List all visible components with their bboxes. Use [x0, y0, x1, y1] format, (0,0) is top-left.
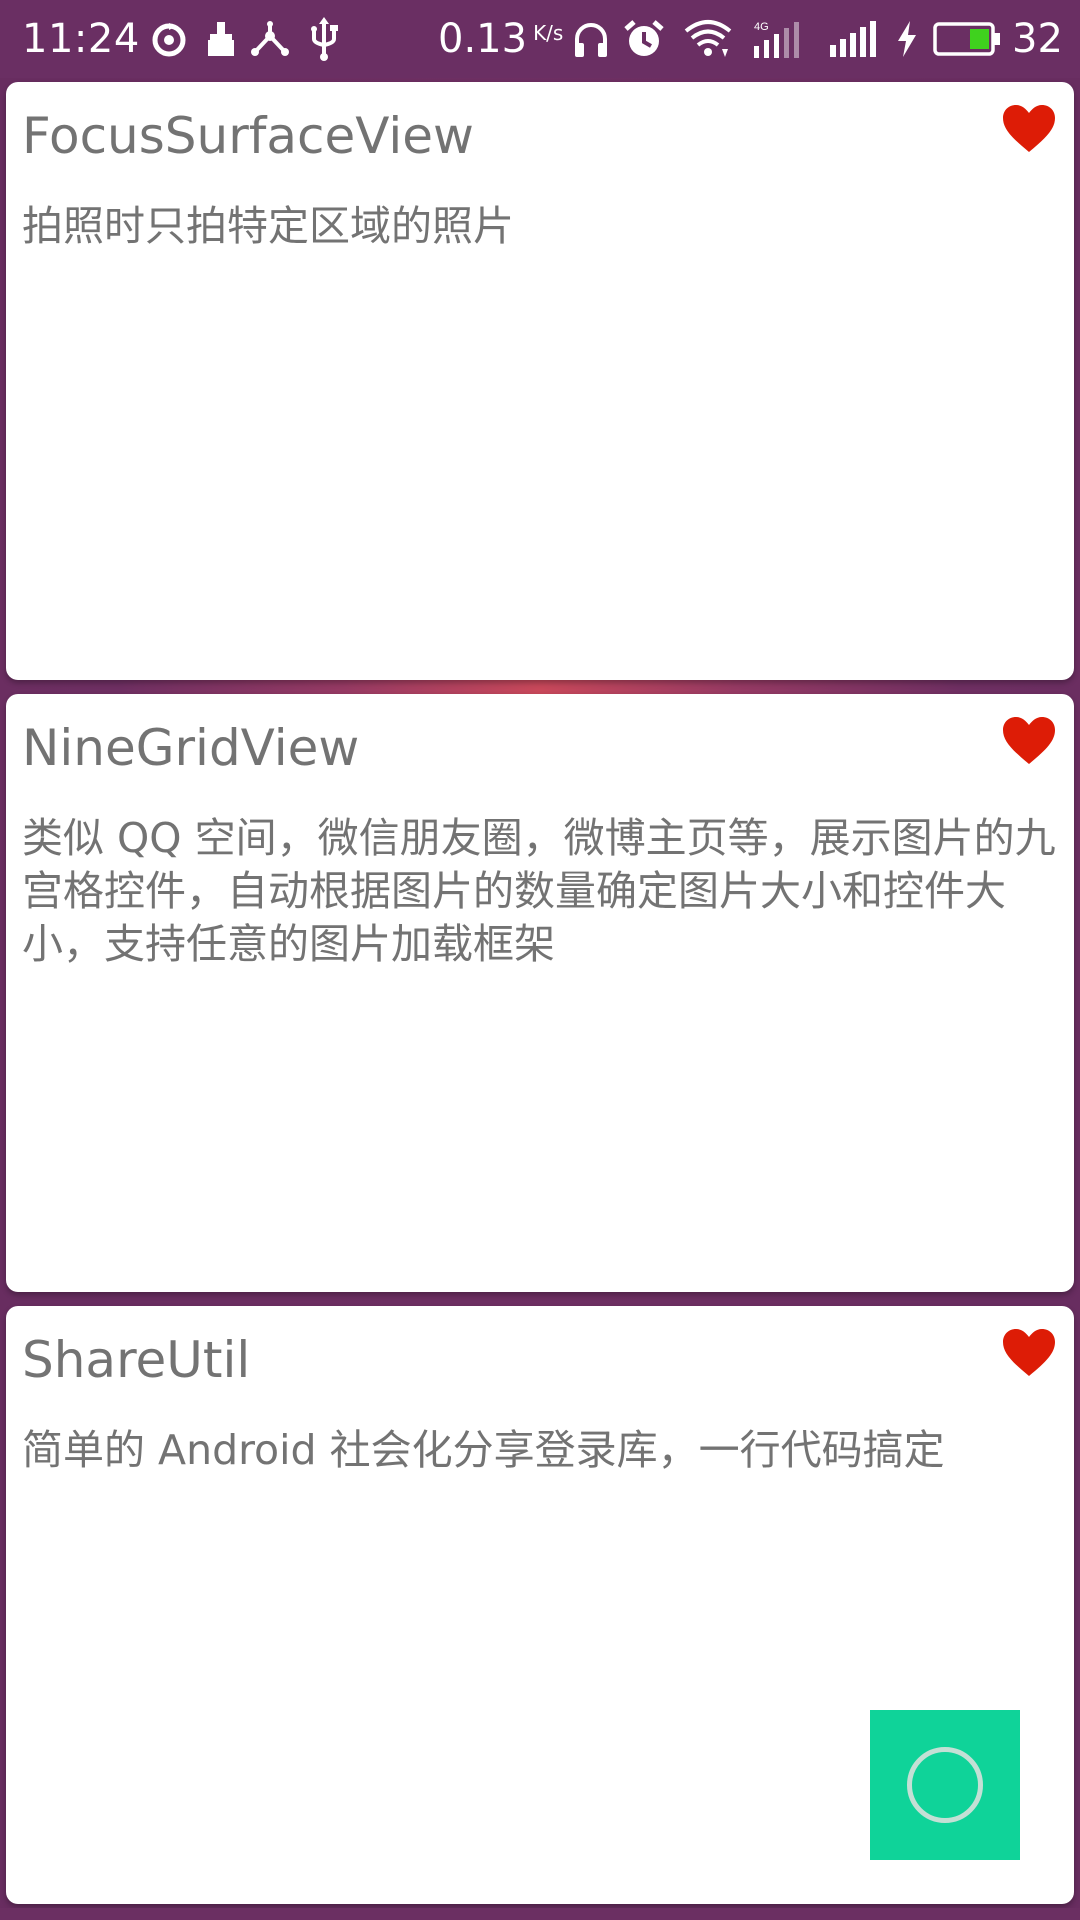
- headphones-icon: [572, 0, 610, 78]
- sync-icon: [150, 0, 188, 78]
- floating-action-button[interactable]: [870, 1710, 1020, 1860]
- svg-text:4G: 4G: [754, 21, 769, 33]
- card-description: 简单的 Android 社会化分享登录库，一行代码搞定: [22, 1426, 945, 1474]
- list-item[interactable]: NineGridView 类似 QQ 空间，微信朋友圈，微博主页等，展示图片的九…: [6, 694, 1074, 1292]
- battery-level: 32: [1012, 16, 1063, 62]
- heart-icon: [1003, 717, 1055, 764]
- alarm-icon: [624, 0, 664, 78]
- net-speed: 0.13 K/s: [438, 16, 564, 62]
- heart-icon: [1003, 105, 1055, 152]
- list-item[interactable]: FocusSurfaceView 拍照时只拍特定区域的照片: [6, 82, 1074, 680]
- card-title: FocusSurfaceView: [22, 107, 474, 165]
- favorite-button[interactable]: [1002, 1328, 1056, 1378]
- share-network-icon: [250, 0, 290, 78]
- battery-icon: [932, 0, 1002, 78]
- loading-ring-icon: [907, 1747, 983, 1823]
- charging-icon: [894, 0, 920, 78]
- favorite-button[interactable]: [1002, 716, 1056, 766]
- clock: 11:24: [22, 16, 140, 62]
- heart-icon: [1003, 1329, 1055, 1376]
- card-description: 类似 QQ 空间，微信朋友圈，微博主页等，展示图片的九宫格控件，自动根据图片的数…: [22, 814, 1056, 968]
- list-bottom-edge: [0, 1908, 1080, 1920]
- card-title: NineGridView: [22, 719, 360, 777]
- cleaner-icon: [204, 0, 238, 78]
- favorite-button[interactable]: [1002, 104, 1056, 154]
- wifi-icon: [684, 0, 732, 78]
- status-bar: 11:24 0.13 K/s 4G 32: [0, 0, 1080, 78]
- signal-4g-icon: 4G: [752, 0, 806, 78]
- usb-icon: [308, 0, 340, 78]
- card-description: 拍照时只拍特定区域的照片: [22, 202, 514, 250]
- signal-icon: [828, 0, 880, 78]
- card-title: ShareUtil: [22, 1331, 251, 1389]
